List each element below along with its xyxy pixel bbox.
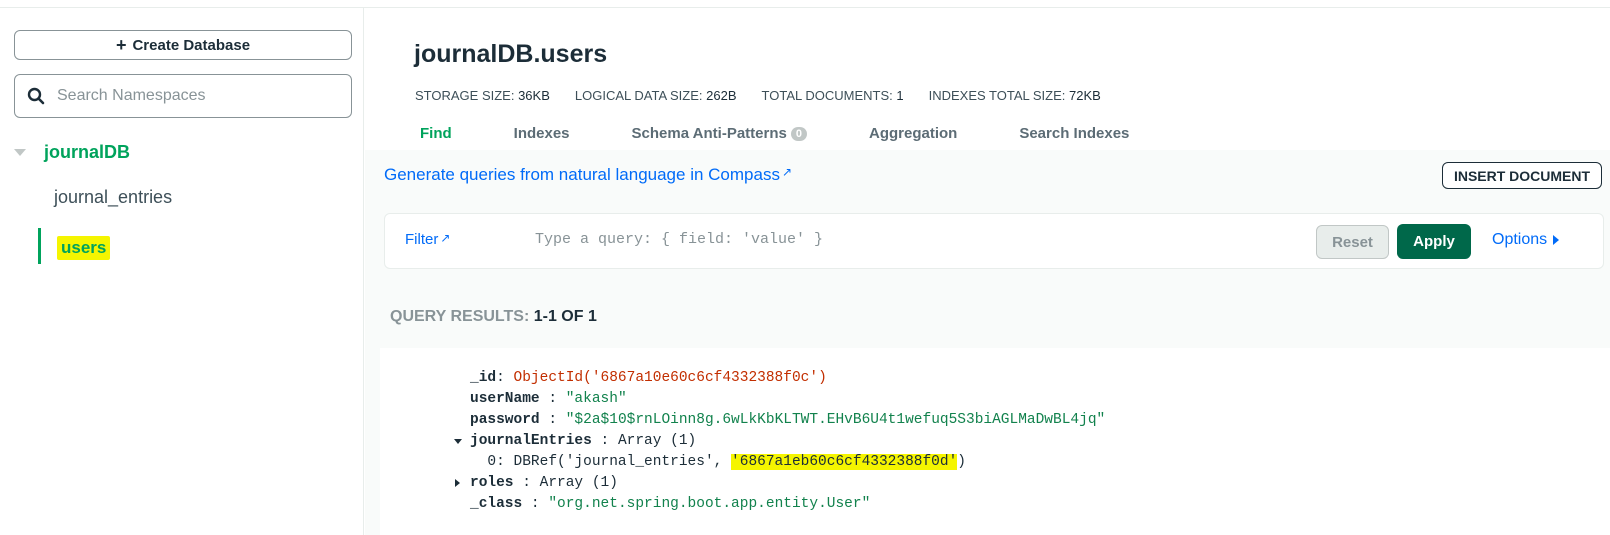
field-username: userName : "akash" bbox=[470, 391, 627, 407]
generate-queries-label: Generate queries from natural language i… bbox=[384, 165, 780, 184]
insert-document-button[interactable]: INSERT DOCUMENT bbox=[1442, 162, 1602, 189]
expand-caret-down-icon[interactable] bbox=[454, 439, 462, 444]
expand-caret-right-icon[interactable] bbox=[455, 479, 460, 487]
external-link-icon: ↗ bbox=[440, 231, 451, 245]
filter-link[interactable]: Filter ↗ bbox=[405, 231, 450, 248]
database-name[interactable]: journalDB bbox=[44, 142, 130, 163]
filter-bar: Filter ↗ Reset Apply Options bbox=[384, 213, 1604, 269]
stat-indexes-total-size: INDEXES TOTAL SIZE: 72KB bbox=[928, 88, 1101, 103]
tab-search-indexes[interactable]: Search Indexes bbox=[1019, 125, 1129, 142]
highlighted-dbref-id: '6867a1eb60c6cf4332388f0d' bbox=[731, 454, 958, 470]
options-toggle[interactable]: Options bbox=[1492, 231, 1560, 249]
stat-logical-data-size: LOGICAL DATA SIZE: 262B bbox=[574, 88, 737, 103]
tab-indexes[interactable]: Indexes bbox=[514, 125, 570, 142]
database-item-journaldb[interactable]: journalDB bbox=[14, 142, 130, 163]
generate-queries-link[interactable]: Generate queries from natural language i… bbox=[384, 165, 792, 185]
create-database-label: Create Database bbox=[132, 36, 251, 54]
document-card: _id: ObjectId('6867a10e60c6cf4332388f0c'… bbox=[380, 348, 1610, 535]
search-namespaces-box[interactable] bbox=[14, 74, 352, 118]
filter-label: Filter bbox=[405, 231, 439, 248]
field-class: _class : "org.net.spring.boot.app.entity… bbox=[470, 496, 871, 512]
journal-entry-item: 0: DBRef('journal_entries', '6867a1eb60c… bbox=[487, 454, 966, 470]
collection-item-users[interactable]: users bbox=[38, 228, 111, 264]
tab-aggregation[interactable]: Aggregation bbox=[869, 125, 957, 142]
create-database-button[interactable]: + Create Database bbox=[14, 30, 352, 60]
tab-schema-label: Schema Anti-Patterns bbox=[631, 125, 787, 142]
document-view: _id: ObjectId('6867a10e60c6cf4332388f0c'… bbox=[454, 368, 1106, 515]
sidebar: + Create Database journalDB journal_entr… bbox=[0, 8, 364, 535]
tab-find[interactable]: Find bbox=[420, 125, 452, 142]
collection-stats: STORAGE SIZE: 36KB LOGICAL DATA SIZE: 26… bbox=[415, 88, 1101, 103]
page-title: journalDB.users bbox=[414, 40, 608, 68]
reset-button[interactable]: Reset bbox=[1316, 225, 1389, 259]
tab-bar: Find Indexes Schema Anti-Patterns 0 Aggr… bbox=[420, 125, 1191, 142]
stat-total-documents: TOTAL DOCUMENTS: 1 bbox=[761, 88, 904, 103]
field-password: password : "$2a$10$rnLOinn8g.6wLkKbKLTWT… bbox=[470, 412, 1106, 428]
caret-down-icon[interactable] bbox=[14, 149, 26, 156]
search-icon bbox=[27, 87, 45, 105]
collection-item-journal-entries[interactable]: journal_entries bbox=[54, 187, 172, 208]
tab-schema-anti-patterns[interactable]: Schema Anti-Patterns 0 bbox=[632, 125, 807, 142]
caret-right-icon bbox=[1553, 235, 1560, 245]
search-namespaces-input[interactable] bbox=[57, 87, 327, 105]
query-results-label: QUERY RESULTS: 1-1 OF 1 bbox=[390, 308, 597, 325]
query-results-count: 1-1 OF 1 bbox=[533, 308, 597, 325]
external-link-icon: ↗ bbox=[781, 165, 793, 179]
stat-storage-size: STORAGE SIZE: 36KB bbox=[415, 88, 550, 103]
main-panel: journalDB.users STORAGE SIZE: 36KB LOGIC… bbox=[365, 8, 1610, 535]
options-label: Options bbox=[1492, 231, 1548, 248]
field-roles[interactable]: roles : Array (1) bbox=[455, 473, 1105, 494]
field-journal-entries[interactable]: journalEntries : Array (1) bbox=[454, 431, 1105, 452]
field-id: _id: ObjectId('6867a10e60c6cf4332388f0c'… bbox=[470, 370, 827, 386]
plus-icon: + bbox=[115, 35, 127, 55]
schema-count-badge: 0 bbox=[790, 126, 807, 141]
filter-query-input[interactable] bbox=[535, 231, 1235, 248]
apply-button[interactable]: Apply bbox=[1397, 224, 1471, 259]
collection-item-users-label: users bbox=[57, 236, 111, 260]
